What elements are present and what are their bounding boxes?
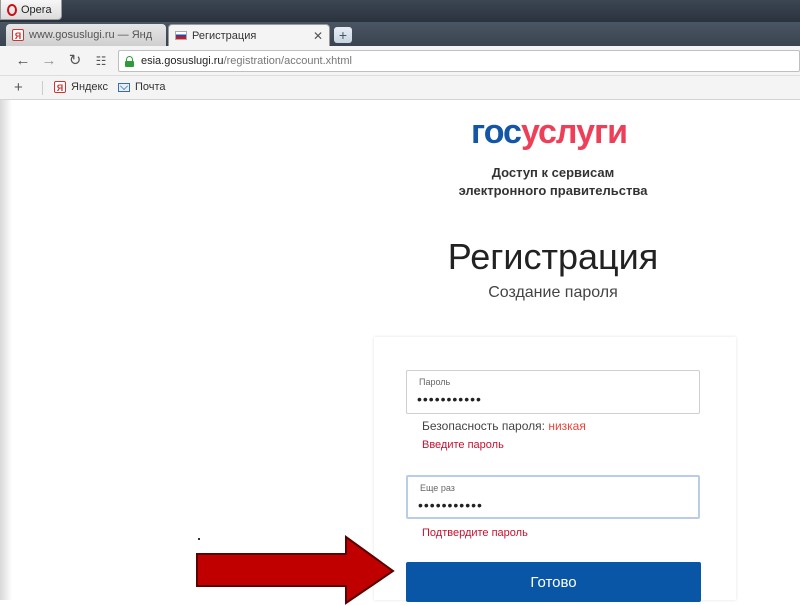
confirm-password-input[interactable] xyxy=(418,495,688,515)
gosuslugi-logo[interactable]: госуслуги xyxy=(471,113,628,152)
tab-registration[interactable]: Регистрация ✕ xyxy=(168,24,330,46)
logo-part-gos: гос xyxy=(471,113,522,151)
mail-icon xyxy=(118,82,130,92)
lock-icon xyxy=(125,55,134,67)
confirm-password-error: Подтвердите пароль xyxy=(422,527,528,539)
confirm-password-label: Еще раз xyxy=(420,483,455,493)
tab-title: www.gosuslugi.ru — Янд xyxy=(29,29,153,41)
add-bookmark-icon[interactable]: + xyxy=(14,79,23,96)
close-tab-icon[interactable]: ✕ xyxy=(311,29,325,43)
password-error: Введите пароль xyxy=(422,439,504,451)
site-tagline: Доступ к сервисам электронного правитель… xyxy=(400,164,706,200)
forward-arrow-icon[interactable]: → xyxy=(40,52,58,70)
bookmarks-separator xyxy=(42,81,43,95)
password-strength: Безопасность пароля: низкая xyxy=(422,419,586,433)
tagline-line-1: Доступ к сервисам xyxy=(491,165,615,180)
bookmark-label: Яндекс xyxy=(71,81,108,93)
address-bar: ← → ↻ ☷ esia.gosuslugi.ru/registration/a… xyxy=(0,46,800,76)
page-subtitle: Создание пароля xyxy=(488,284,618,301)
url-field[interactable]: esia.gosuslugi.ru/registration/account.x… xyxy=(118,50,800,72)
opera-logo-icon xyxy=(7,3,17,16)
password-label: Пароль xyxy=(419,377,451,387)
submit-button[interactable]: Готово xyxy=(406,562,701,602)
bookmark-yandex[interactable]: Я Яндекс xyxy=(54,81,108,93)
opera-menu-button[interactable]: Opera xyxy=(0,0,62,20)
window-titlebar: Opera xyxy=(0,0,800,22)
bookmark-mail[interactable]: Почта xyxy=(118,81,166,93)
back-arrow-icon[interactable]: ← xyxy=(14,52,32,70)
new-tab-button[interactable]: + xyxy=(334,27,352,43)
red-pointer-arrow-icon xyxy=(196,535,395,605)
url-path: /registration/account.xhtml xyxy=(223,55,352,67)
password-input[interactable] xyxy=(417,389,687,409)
tab-title: Регистрация xyxy=(192,29,257,42)
password-field[interactable]: Пароль xyxy=(406,370,700,414)
bookmarks-bar: + Я Яндекс Почта xyxy=(0,76,800,100)
tagline-line-2: электронного правительства xyxy=(458,183,648,198)
russian-flag-favicon-icon xyxy=(175,31,187,40)
page-left-edge xyxy=(0,100,12,600)
opera-menu-label: Opera xyxy=(21,3,52,16)
bookmark-label: Почта xyxy=(135,81,166,93)
logo-part-uslugi: услуги xyxy=(520,113,628,151)
confirm-password-field[interactable]: Еще раз xyxy=(406,475,700,519)
page-title: Регистрация xyxy=(447,236,659,277)
speed-dial-icon[interactable]: ☷ xyxy=(92,52,110,70)
tab-bar: Я www.gosuslugi.ru — Янд Регистрация ✕ + xyxy=(0,22,800,46)
reload-icon[interactable]: ↻ xyxy=(66,52,84,70)
url-host: esia.gosuslugi.ru xyxy=(141,55,224,67)
yandex-favicon-icon: Я xyxy=(12,29,24,41)
strength-value: низкая xyxy=(548,419,586,433)
tab-gosuslugi[interactable]: Я www.gosuslugi.ru — Янд xyxy=(6,24,166,46)
yandex-icon: Я xyxy=(54,81,66,93)
strength-label: Безопасность пароля: xyxy=(422,419,545,433)
